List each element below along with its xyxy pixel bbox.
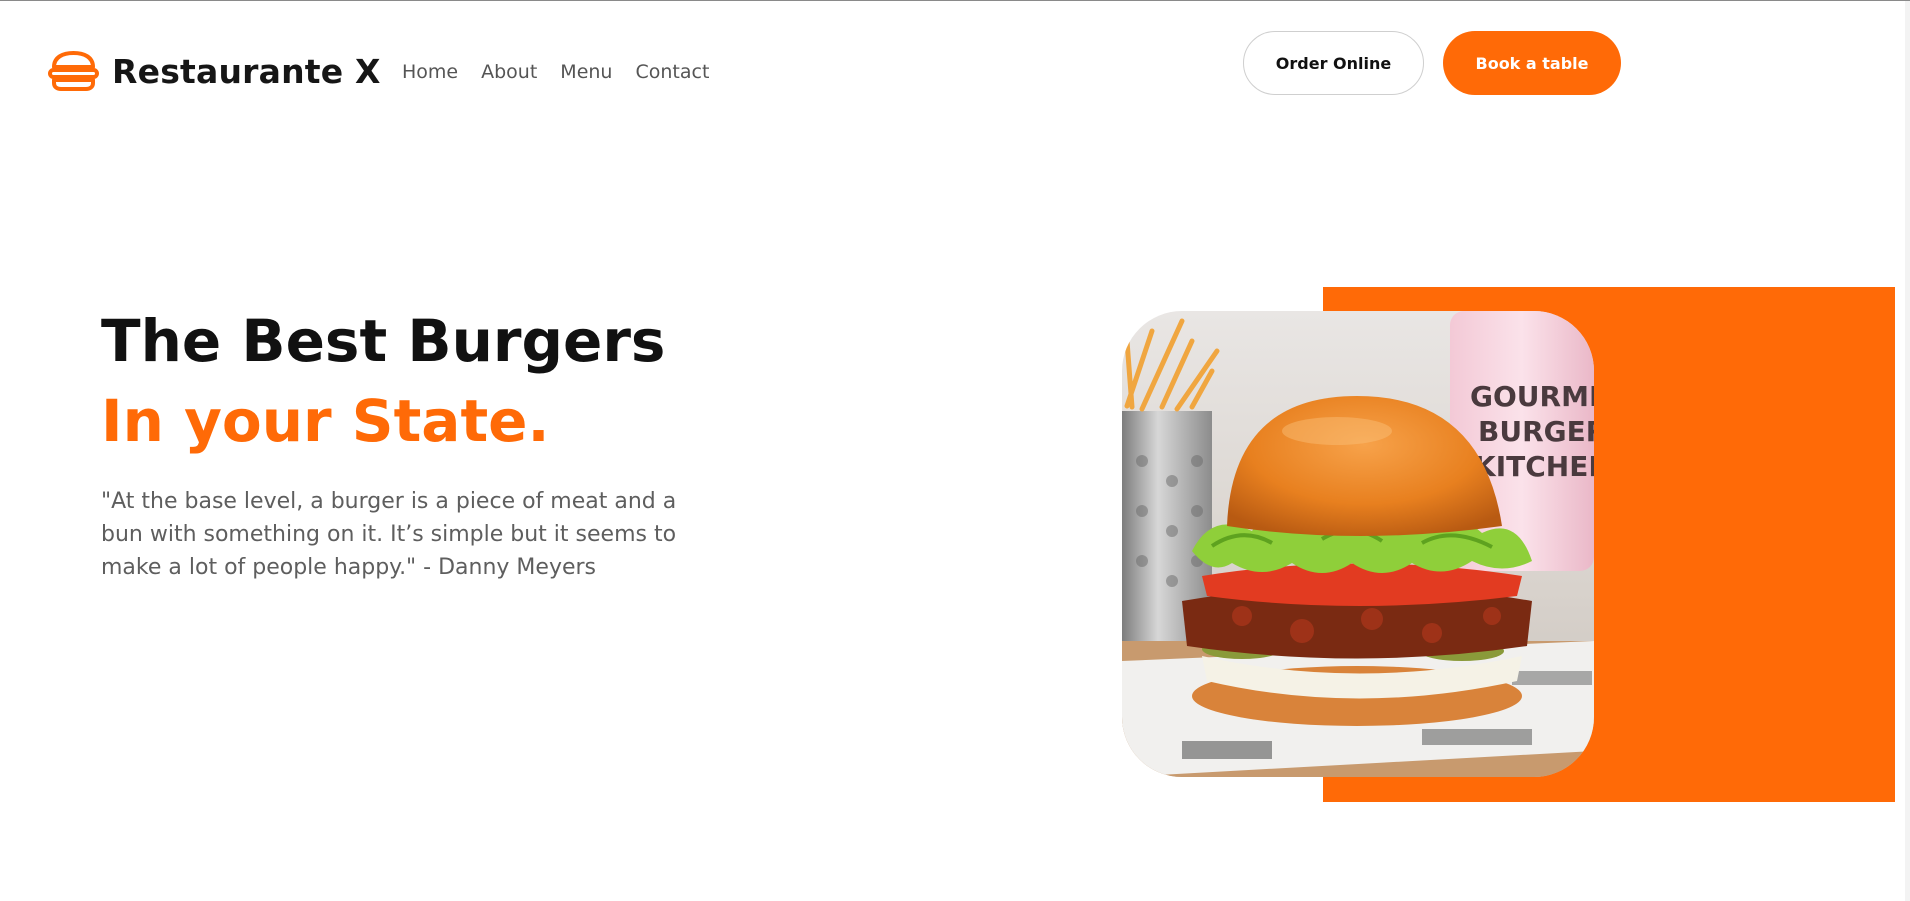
page: Restaurante X Home About Menu Contact Or…	[0, 0, 1910, 901]
hero-title: The Best Burgers In your State.	[101, 301, 665, 461]
nav-contact[interactable]: Contact	[635, 61, 709, 83]
hero-quote: "At the base level, a burger is a piece …	[101, 489, 677, 580]
svg-text:BURGER: BURGER	[1478, 415, 1594, 448]
order-online-button[interactable]: Order Online	[1243, 31, 1424, 95]
svg-text:GOURMET: GOURMET	[1470, 380, 1594, 413]
scrollbar-track[interactable]	[1905, 1, 1910, 901]
book-table-button[interactable]: Book a table	[1443, 31, 1621, 95]
nav-about[interactable]: About	[481, 61, 537, 83]
hero-title-line2: In your State.	[101, 387, 550, 455]
nav-home[interactable]: Home	[402, 61, 458, 83]
viewport: Restaurante X Home About Menu Contact Or…	[0, 1, 1905, 901]
brand-name: Restaurante X	[112, 51, 381, 91]
main-nav: Home About Menu Contact	[402, 61, 709, 83]
nav-menu[interactable]: Menu	[560, 61, 612, 83]
burger-photo: GOURMET BURGER KITCHEN	[1122, 311, 1594, 777]
hero-title-line1: The Best Burgers	[101, 307, 666, 375]
burger-icon	[48, 51, 99, 91]
svg-text:KITCHEN: KITCHEN	[1474, 450, 1594, 483]
brand-logo[interactable]: Restaurante X	[48, 51, 381, 91]
cup-label-text: GOURMET BURGER KITCHEN	[1470, 380, 1594, 483]
